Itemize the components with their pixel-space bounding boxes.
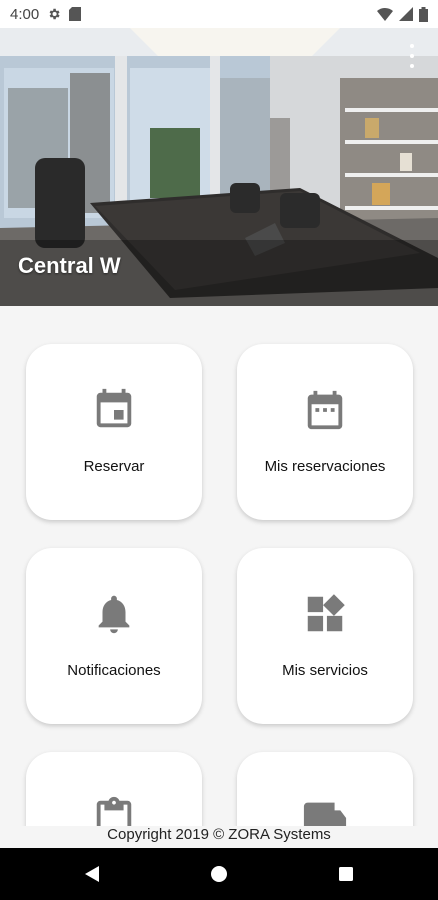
location-title: Central W xyxy=(18,253,121,278)
bell-icon xyxy=(90,590,138,638)
menu-card-reservar[interactable]: Reservar xyxy=(26,344,202,520)
back-icon[interactable] xyxy=(62,848,122,900)
menu-card-label: Reservar xyxy=(83,458,145,475)
widgets-icon xyxy=(301,590,349,638)
menu-card-label: Mis servicios xyxy=(282,662,368,679)
menu-card-label: Notificaciones xyxy=(67,662,161,679)
settings-icon xyxy=(47,7,61,21)
more-vert-icon[interactable] xyxy=(404,44,420,68)
menu-card-notificaciones[interactable]: Notificaciones xyxy=(26,548,202,724)
status-time: 4:00 xyxy=(10,5,40,23)
calendar-event-icon xyxy=(90,386,138,434)
recents-icon[interactable] xyxy=(316,848,376,900)
copyright-text: Copyright 2019 © ZORA Systems xyxy=(0,826,438,848)
menu-card-mis-servicios[interactable]: Mis servicios xyxy=(237,548,413,724)
battery-icon xyxy=(419,6,428,22)
clipboard-icon xyxy=(90,794,138,830)
sd-card-icon xyxy=(69,7,82,21)
menu-card-mis-reservaciones[interactable]: Mis reservaciones xyxy=(237,344,413,520)
signal-icon xyxy=(399,7,413,21)
home-icon[interactable] xyxy=(189,848,249,900)
status-bar: 4:00 xyxy=(0,0,438,28)
menu-grid: Reservar Mis reservaciones Notificacione… xyxy=(0,306,438,830)
system-nav-bar xyxy=(0,848,438,900)
menu-card-truck[interactable] xyxy=(237,752,413,830)
menu-card-clipboard[interactable] xyxy=(26,752,202,830)
calendar-dots-icon xyxy=(301,386,349,434)
menu-card-label: Mis reservaciones xyxy=(264,458,386,475)
truck-icon xyxy=(301,794,349,830)
hero-banner: Central W xyxy=(0,28,438,306)
wifi-icon xyxy=(377,7,393,21)
